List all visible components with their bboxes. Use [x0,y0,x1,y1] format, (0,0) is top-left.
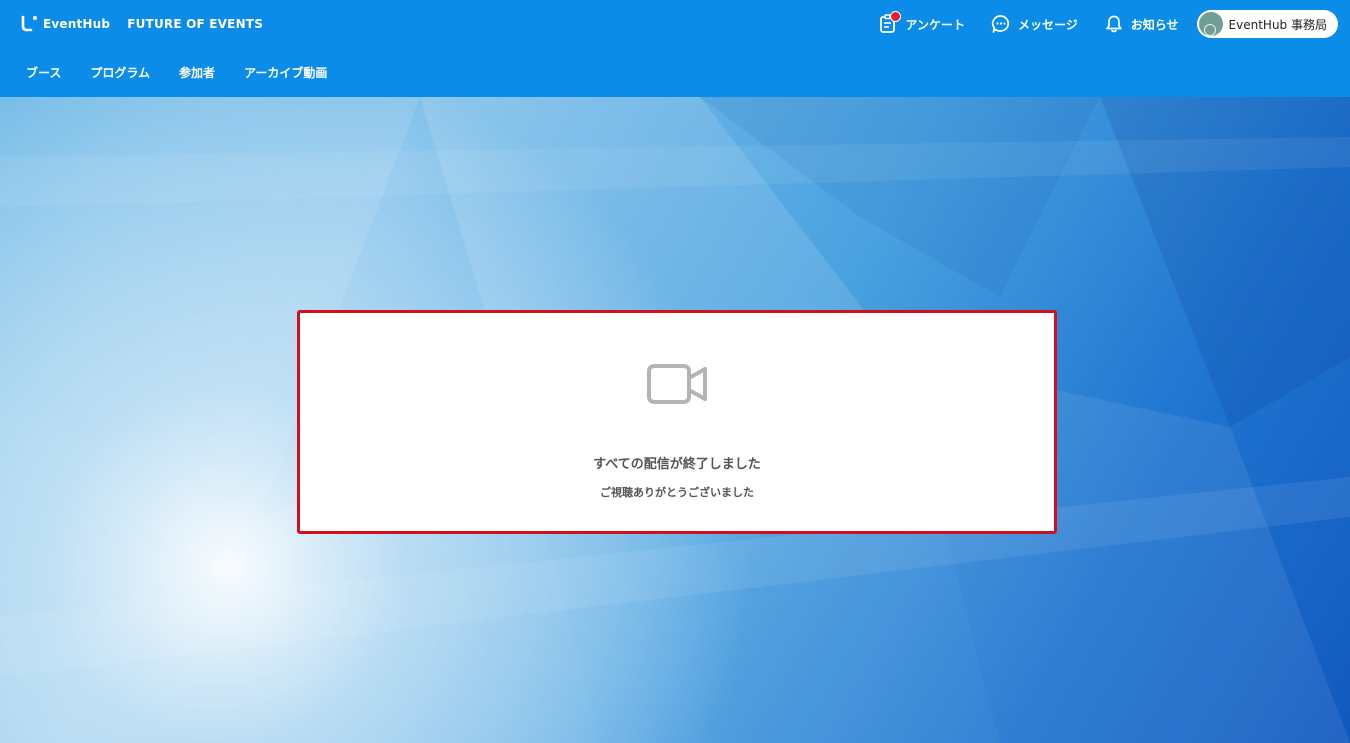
user-menu-button[interactable]: EventHub 事務局 [1196,10,1338,38]
logo-text: EventHub [43,17,111,31]
top-bar: EventHub FUTURE OF EVENTS アンケート メッセージ お知… [0,0,1350,97]
chat-icon [991,14,1011,34]
eventhub-logo-icon [20,14,40,34]
user-name: EventHub 事務局 [1228,17,1327,32]
stream-ended-card: すべての配信が終了しました ご視聴ありがとうございました [297,310,1057,534]
nav-item-booths[interactable]: ブース [26,64,61,81]
event-name: FUTURE OF EVENTS [127,17,264,31]
messages-button[interactable]: メッセージ [991,14,1078,34]
video-camera-icon [647,363,709,405]
nav-item-program[interactable]: プログラム [90,64,150,81]
header-actions: アンケート メッセージ お知らせ EventHub 事務局 [852,10,1338,38]
notification-dot [890,11,902,22]
stream-ended-title: すべての配信が終了しました [593,457,761,472]
stage-background: すべての配信が終了しました ご視聴ありがとうございました [0,97,1350,743]
notifications-label: お知らせ [1130,17,1179,32]
nav-item-archive-videos[interactable]: アーカイブ動画 [244,64,327,81]
main-nav: ブース プログラム 参加者 アーカイブ動画 [26,64,356,81]
avatar [1198,12,1223,36]
survey-icon [878,11,902,34]
notifications-button[interactable]: お知らせ [1104,14,1179,34]
nav-item-participants[interactable]: 参加者 [179,64,215,81]
brand[interactable]: EventHub FUTURE OF EVENTS [20,14,263,34]
stream-ended-subtitle: ご視聴ありがとうございました [600,486,754,499]
survey-label: アンケート [905,17,966,32]
survey-button[interactable]: アンケート [878,11,966,34]
bell-icon [1104,14,1124,34]
messages-label: メッセージ [1018,17,1078,32]
